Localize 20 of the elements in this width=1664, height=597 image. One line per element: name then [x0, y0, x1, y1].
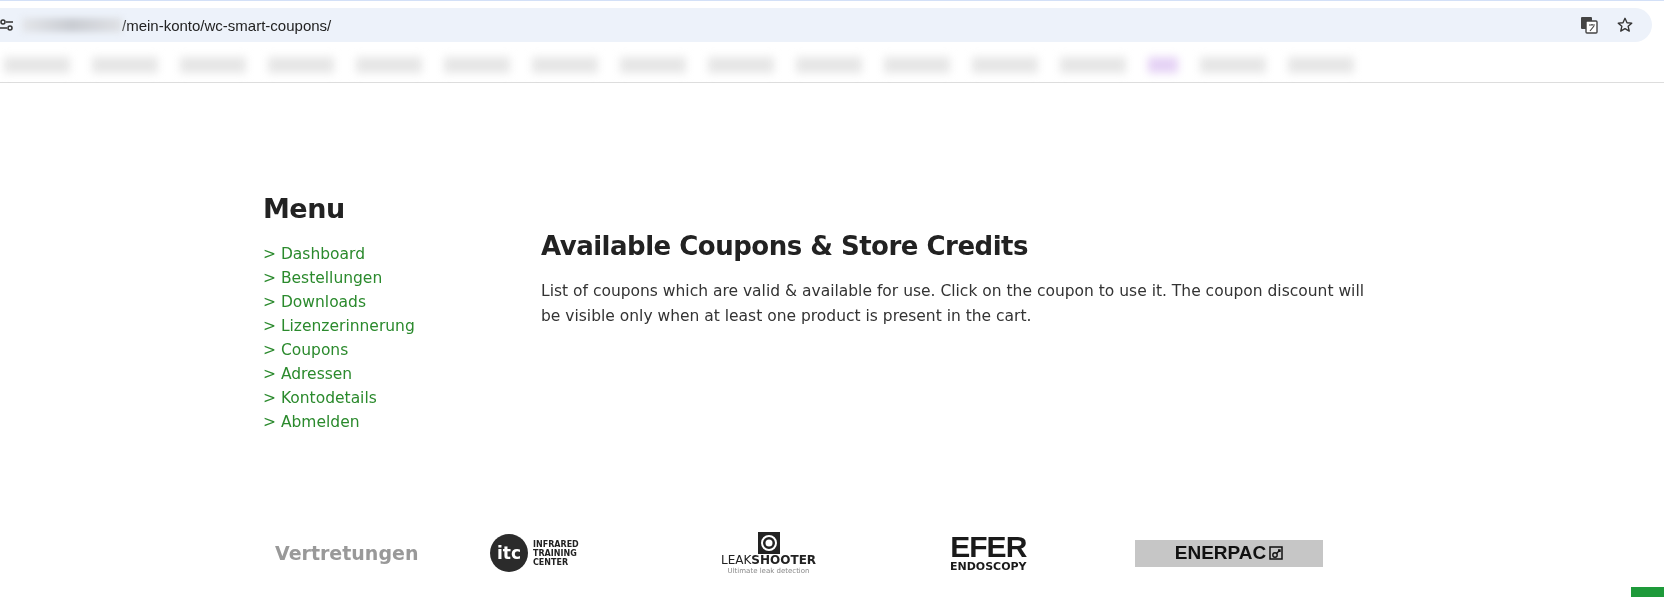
menu-link[interactable]: > Kontodetails — [263, 386, 377, 410]
address-bar[interactable]: /mein-konto/wc-smart-coupons/ — [0, 8, 1652, 42]
menu-link[interactable]: > Bestellungen — [263, 266, 383, 290]
menu-link[interactable]: > Coupons — [263, 338, 349, 362]
menu-link[interactable]: > Dashboard — [263, 242, 365, 266]
footer-heading: Vertretungen — [275, 542, 420, 564]
menu-link[interactable]: > Lizenzerinnerung — [263, 314, 415, 338]
menu-link[interactable]: > Adressen — [263, 362, 353, 386]
enerpac-logo: ENERPAC — [1135, 539, 1323, 567]
menu-heading: Menu — [263, 193, 345, 224]
page-heading: Available Coupons & Store Credits — [541, 231, 1029, 261]
menu-link[interactable]: > Downloads — [263, 290, 367, 314]
star-icon[interactable] — [1616, 16, 1634, 34]
efer-logo: EFER ENDOSCOPY — [950, 533, 1027, 573]
itc-logo: itc INFRARED TRAINING CENTER — [490, 534, 579, 572]
url-text: /mein-konto/wc-smart-coupons/ — [122, 16, 332, 34]
description-text: List of coupons which are valid & available for use. Click on the coupon to use it. The coupon discount will be visible only when at least one product is present in the cart. — [541, 281, 1365, 327]
menu-link[interactable]: > Abmelden — [263, 410, 360, 434]
translate-icon[interactable] — [1580, 16, 1598, 34]
site-settings-icon[interactable] — [0, 18, 14, 32]
